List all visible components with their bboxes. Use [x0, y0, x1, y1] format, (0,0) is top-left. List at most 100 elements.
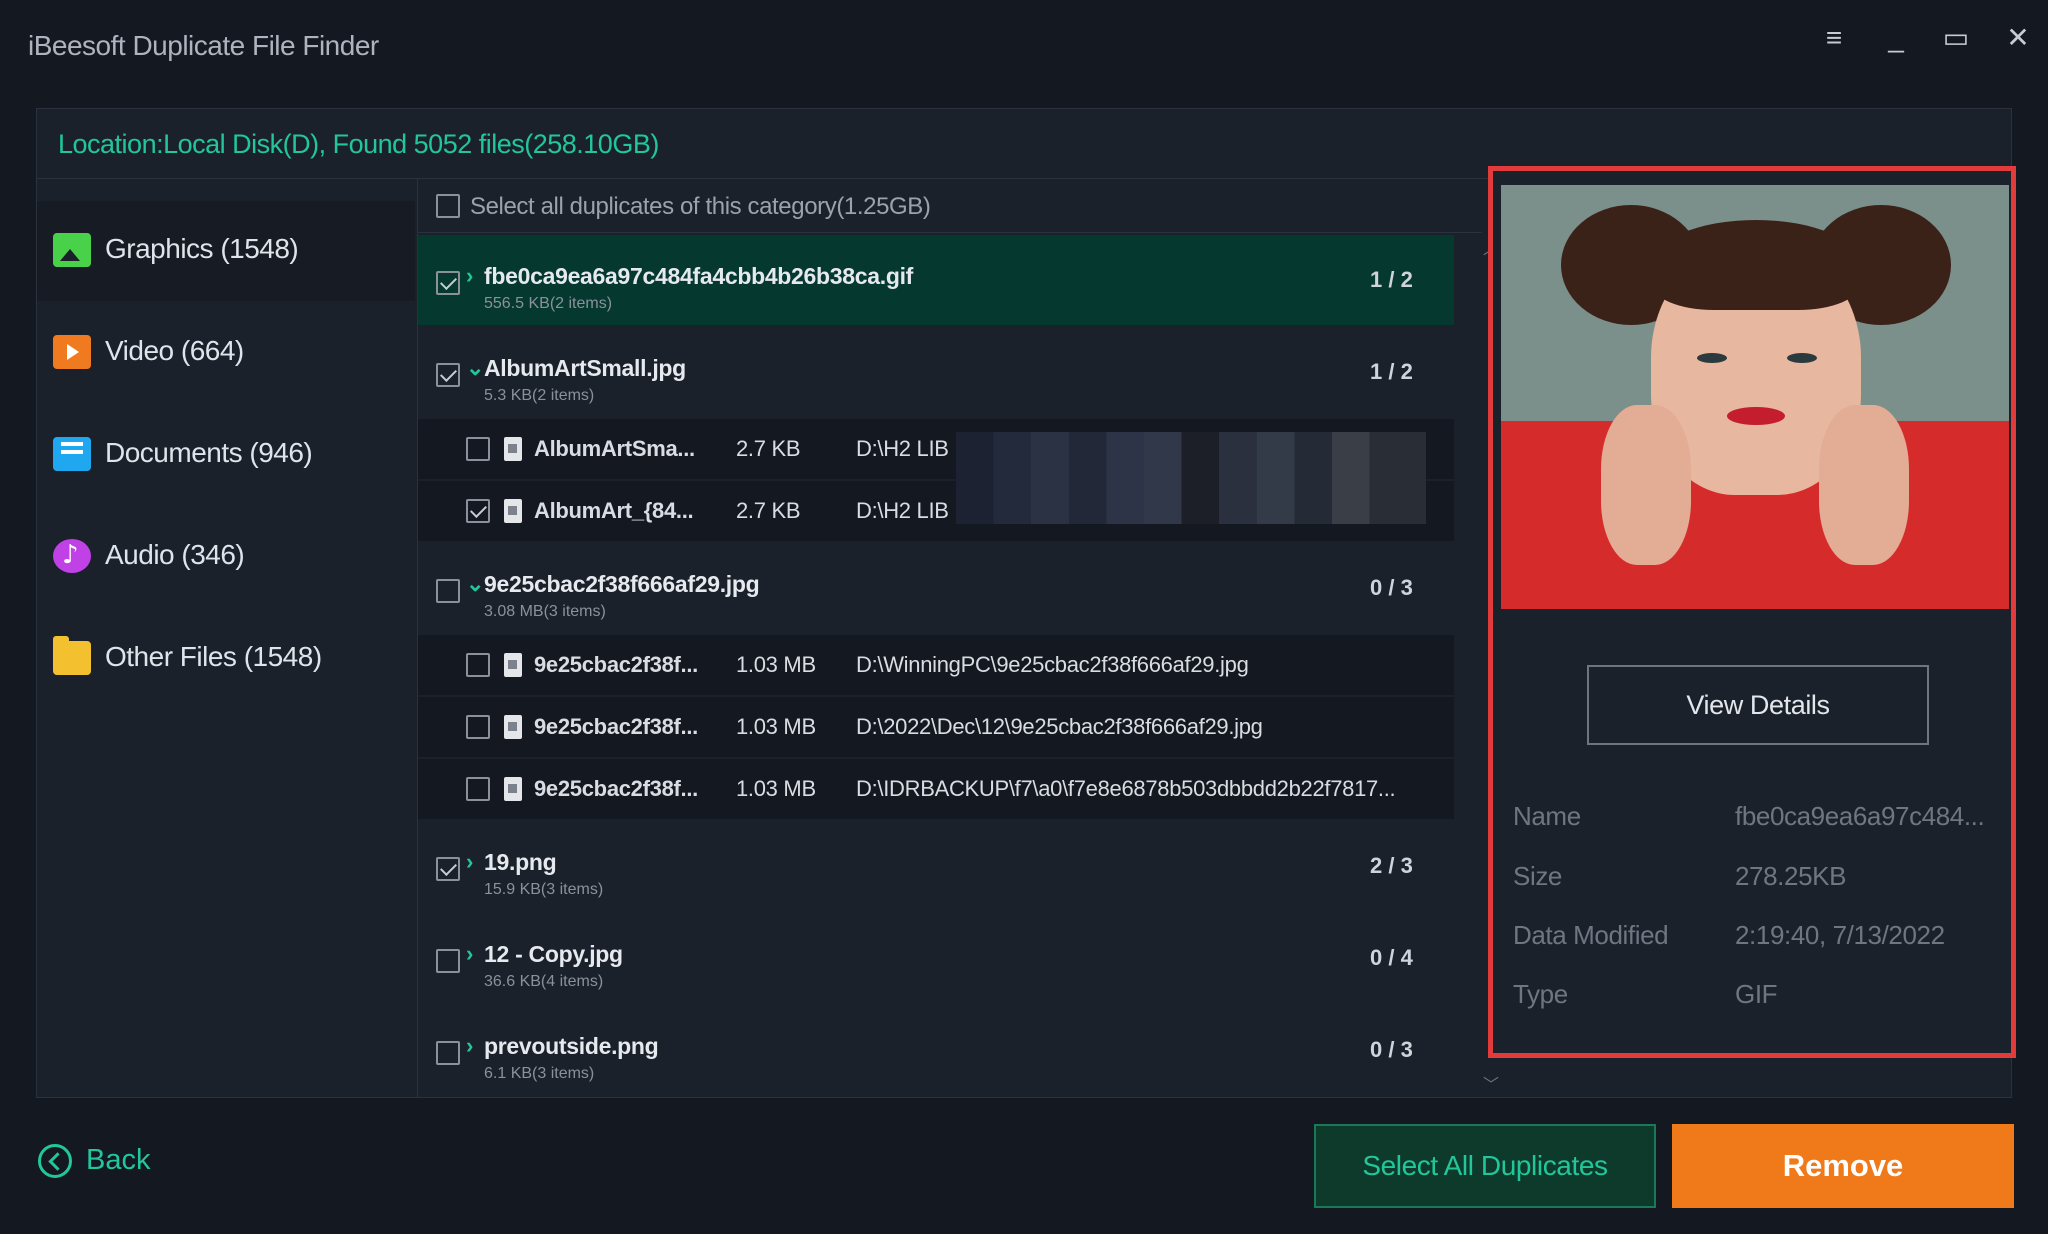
group-file-name: AlbumArtSmall.jpg: [484, 355, 686, 381]
group-selected-count: 0 / 4: [1370, 945, 1413, 970]
duplicate-group-row[interactable]: › fbe0ca9ea6a97c484fa4cbb4b26b38ca.gif 5…: [418, 235, 1454, 325]
scroll-down-icon[interactable]: ﹀: [1483, 1071, 1499, 1095]
audio-icon: [53, 539, 91, 573]
file-name: 9e25cbac2f38f...: [534, 776, 698, 801]
file-checkbox[interactable]: [466, 653, 490, 677]
file-icon: [504, 715, 522, 739]
select-all-category-row[interactable]: Select all duplicates of this category(1…: [418, 179, 1482, 233]
select-all-category-checkbox[interactable]: [436, 194, 460, 218]
file-size: 2.7 KB: [736, 498, 801, 523]
file-path: D:\H2 LIB: [856, 498, 949, 523]
expand-arrow-icon[interactable]: ›: [466, 941, 473, 967]
group-meta: 6.1 KB(3 items): [484, 1065, 595, 1082]
preview-panel: View Details Name fbe0ca9ea6a97c484... S…: [1488, 166, 2016, 1058]
image-region: [1651, 220, 1861, 310]
file-size: 1.03 MB: [736, 652, 816, 677]
file-row[interactable]: 9e25cbac2f38f... 1.03 MB D:\WinningPC\9e…: [418, 635, 1454, 695]
sidebar-item-video[interactable]: Video (664): [37, 303, 415, 403]
group-checkbox[interactable]: [436, 949, 460, 973]
sidebar-item-label: Video (664): [105, 335, 244, 366]
file-name: 9e25cbac2f38f...: [534, 652, 698, 677]
back-label: Back: [86, 1144, 151, 1176]
group-checkbox[interactable]: [436, 363, 460, 387]
image-region: [1819, 405, 1909, 565]
menu-icon[interactable]: ≡: [1812, 16, 1856, 60]
expand-arrow-icon[interactable]: ›: [466, 1033, 473, 1059]
file-path: D:\IDRBACKUP\f7\a0\f7e8e6878b503dbbdd2b2…: [856, 776, 1396, 801]
expand-arrow-icon[interactable]: ›: [466, 849, 473, 875]
group-file-name: fbe0ca9ea6a97c484fa4cbb4b26b38ca.gif: [484, 263, 914, 289]
file-row[interactable]: 9e25cbac2f38f... 1.03 MB D:\2022\Dec\12\…: [418, 697, 1454, 757]
group-file-name: prevoutside.png: [484, 1033, 659, 1059]
select-all-duplicates-button[interactable]: Select All Duplicates: [1314, 1124, 1656, 1208]
duplicate-list: Select all duplicates of this category(1…: [417, 179, 1482, 1097]
duplicate-group-row[interactable]: › 19.png 15.9 KB(3 items) 2 / 3: [418, 821, 1454, 911]
title-bar: iBeesoft Duplicate File Finder ≡ _ ▭ ✕: [0, 0, 2048, 96]
video-icon: [53, 335, 91, 369]
minimize-icon[interactable]: _: [1874, 16, 1918, 60]
file-row[interactable]: 9e25cbac2f38f... 1.03 MB D:\IDRBACKUP\f7…: [418, 759, 1454, 819]
group-file-name: 9e25cbac2f38f666af29.jpg: [484, 571, 760, 597]
file-checkbox[interactable]: [466, 437, 490, 461]
file-size: 2.7 KB: [736, 436, 801, 461]
file-checkbox[interactable]: [466, 499, 490, 523]
group-selected-count: 1 / 2: [1370, 359, 1413, 384]
file-path: D:\H2 LIB: [856, 436, 949, 461]
collapse-arrow-icon[interactable]: ⌄: [466, 571, 484, 597]
documents-icon: [53, 437, 91, 471]
group-meta: 15.9 KB(3 items): [484, 881, 604, 898]
image-region: [1727, 407, 1785, 425]
expand-arrow-icon[interactable]: ›: [466, 263, 473, 289]
file-icon: [504, 653, 522, 677]
back-arrow-icon: [38, 1144, 72, 1178]
group-selected-count: 0 / 3: [1370, 575, 1413, 600]
remove-button[interactable]: Remove: [1672, 1124, 2014, 1208]
collapse-arrow-icon[interactable]: ⌄: [466, 355, 484, 381]
sidebar-item-other-files[interactable]: Other Files (1548): [37, 609, 415, 709]
group-meta: 36.6 KB(4 items): [484, 973, 604, 990]
view-details-button[interactable]: View Details: [1587, 665, 1929, 745]
duplicate-group-row[interactable]: › prevoutside.png 6.1 KB(3 items) 0 / 3: [418, 1005, 1454, 1095]
file-checkbox[interactable]: [466, 715, 490, 739]
file-size: 1.03 MB: [736, 776, 816, 801]
select-all-category-label: Select all duplicates of this category(1…: [470, 193, 931, 220]
group-checkbox[interactable]: [436, 1041, 460, 1065]
image-region: [1787, 353, 1817, 363]
sidebar-item-graphics[interactable]: Graphics (1548): [37, 201, 415, 301]
sidebar-item-documents[interactable]: Documents (946): [37, 405, 415, 505]
info-name-value: fbe0ca9ea6a97c484...: [1735, 801, 1985, 831]
sidebar-item-audio[interactable]: Audio (346): [37, 507, 415, 607]
duplicate-group-row[interactable]: › 12 - Copy.jpg 36.6 KB(4 items) 0 / 4: [418, 913, 1454, 1003]
duplicate-group-row[interactable]: ⌄ 9e25cbac2f38f666af29.jpg 3.08 MB(3 ite…: [418, 543, 1454, 633]
sidebar-item-label: Graphics (1548): [105, 233, 299, 264]
preview-image: [1501, 185, 2009, 609]
close-icon[interactable]: ✕: [1996, 16, 2040, 60]
info-size-key: Size: [1513, 861, 1562, 891]
group-checkbox[interactable]: [436, 857, 460, 881]
group-checkbox[interactable]: [436, 579, 460, 603]
redacted-path-area: [956, 432, 1426, 524]
group-selected-count: 2 / 3: [1370, 853, 1413, 878]
sidebar-item-label: Other Files (1548): [105, 641, 322, 672]
group-meta: 3.08 MB(3 items): [484, 603, 606, 620]
group-meta: 556.5 KB(2 items): [484, 295, 613, 312]
sidebar-item-label: Audio (346): [105, 539, 245, 570]
file-path: D:\WinningPC\9e25cbac2f38f666af29.jpg: [856, 652, 1249, 677]
duplicate-group-row[interactable]: ⌄ AlbumArtSmall.jpg 5.3 KB(2 items) 1 / …: [418, 327, 1454, 417]
group-file-name: 19.png: [484, 849, 557, 875]
group-selected-count: 1 / 2: [1370, 267, 1413, 292]
sidebar-item-label: Documents (946): [105, 437, 313, 468]
file-name: AlbumArtSma...: [534, 436, 695, 461]
file-checkbox[interactable]: [466, 777, 490, 801]
image-region: [1697, 353, 1727, 363]
maximize-icon[interactable]: ▭: [1934, 16, 1978, 60]
image-region: [1601, 405, 1691, 565]
file-name: 9e25cbac2f38f...: [534, 714, 698, 739]
file-icon: [504, 777, 522, 801]
file-name: AlbumArt_{84...: [534, 498, 694, 523]
location-text: Location:Local Disk(D), Found 5052 files…: [58, 129, 659, 159]
info-type-value: GIF: [1735, 979, 1778, 1009]
info-type-key: Type: [1513, 979, 1568, 1009]
group-checkbox[interactable]: [436, 271, 460, 295]
graphics-icon: [53, 233, 91, 267]
